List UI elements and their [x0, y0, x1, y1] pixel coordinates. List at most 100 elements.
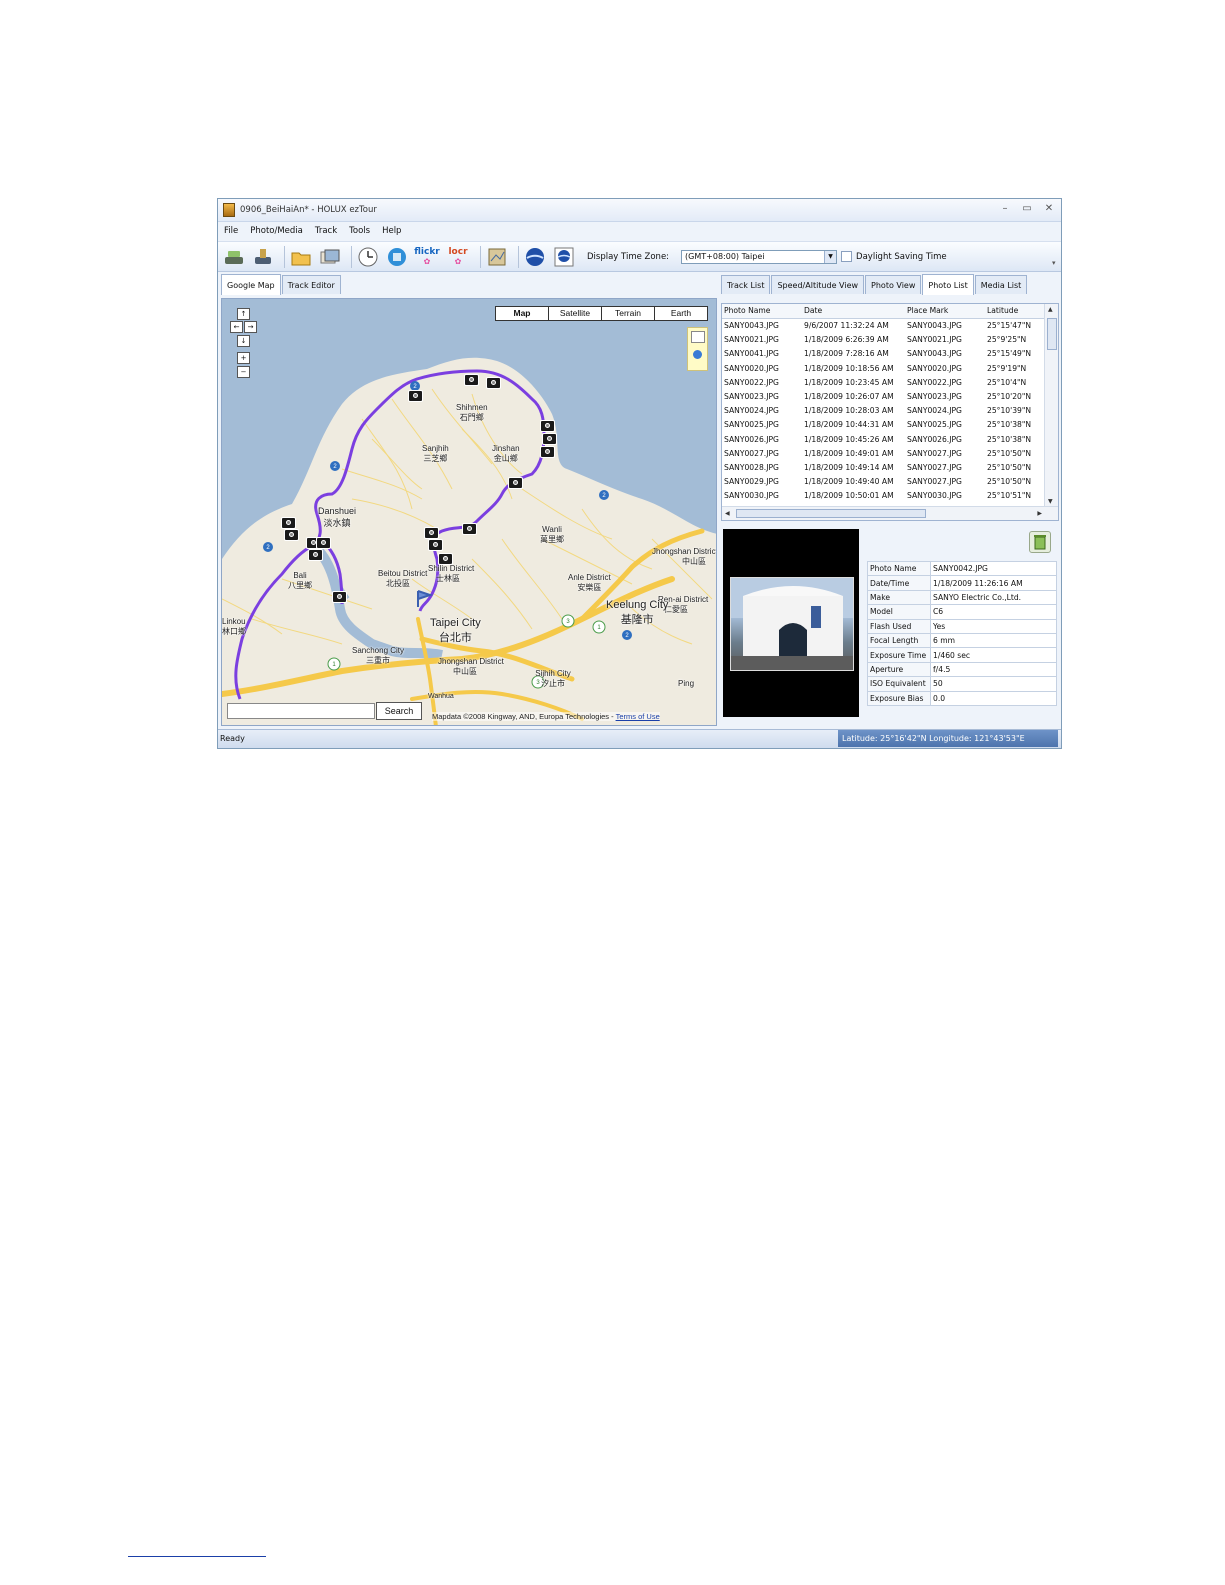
window-title: 0906_BeiHaiAn* - HOLUX ezTour — [240, 205, 377, 215]
info-key: Exposure Bias — [867, 690, 931, 706]
camera-marker-icon[interactable] — [281, 517, 296, 529]
tab-track-editor[interactable]: Track Editor — [281, 275, 341, 294]
zoom-out-button[interactable]: − — [237, 366, 250, 378]
chevron-down-icon[interactable]: ▼ — [824, 250, 837, 263]
camera-marker-icon[interactable] — [424, 527, 439, 539]
camera-marker-icon[interactable] — [462, 523, 477, 535]
table-row[interactable]: SANY0043.JPG 9/6/2007 11:32:24 AM SANY0043… — [722, 319, 1058, 333]
google-earth-kmz-icon[interactable] — [552, 245, 576, 269]
camera-marker-icon[interactable] — [464, 374, 479, 386]
scroll-up-icon[interactable]: ▲ — [1048, 306, 1053, 313]
gps-download-icon[interactable] — [222, 245, 246, 269]
menu-tools[interactable]: Tools — [349, 226, 370, 236]
column-header[interactable]: Place Mark — [905, 304, 985, 318]
tab-track-list[interactable]: Track List — [721, 275, 771, 294]
app-icon — [223, 203, 235, 217]
maximize-button[interactable]: ▭ — [1021, 203, 1033, 214]
place-label: Sanjhih 三芝鄉 — [422, 444, 449, 463]
clock-icon[interactable] — [356, 245, 380, 269]
camera-marker-icon[interactable] — [332, 591, 347, 603]
tab-google-map[interactable]: Google Map — [221, 274, 281, 295]
tab-speed-altitude[interactable]: Speed/Altitude View — [771, 275, 865, 294]
camera-marker-icon[interactable] — [540, 446, 555, 458]
recycle-bin-icon[interactable] — [1029, 531, 1051, 553]
map-search-input[interactable] — [227, 703, 375, 719]
column-header[interactable]: Photo Name — [722, 304, 802, 318]
camera-marker-icon[interactable] — [486, 377, 501, 389]
menu-track[interactable]: Track — [315, 226, 337, 236]
camera-marker-icon[interactable] — [316, 537, 331, 549]
close-button[interactable]: ✕ — [1043, 203, 1055, 214]
column-header[interactable]: Latitude — [985, 304, 1043, 318]
tab-photo-list[interactable]: Photo List — [922, 274, 974, 295]
tab-photo-view[interactable]: Photo View — [865, 275, 922, 294]
camera-marker-icon[interactable] — [540, 420, 555, 432]
camera-marker-icon[interactable] — [508, 477, 523, 489]
pin-icon[interactable] — [693, 350, 702, 359]
calendar-icon[interactable] — [691, 331, 705, 343]
globe-export-icon[interactable] — [385, 245, 409, 269]
map-export-icon[interactable] — [485, 245, 509, 269]
toolbar-overflow-icon[interactable]: ▾ — [1052, 259, 1058, 269]
table-row[interactable]: SANY0024.JPG 1/18/2009 10:28:03 AM SANY002… — [722, 404, 1058, 418]
place-label: Linkou 林口鄉 — [222, 617, 246, 636]
menu-photo-media[interactable]: Photo/Media — [250, 226, 303, 236]
scroll-thumb[interactable] — [736, 509, 926, 518]
pan-left-button[interactable]: ← — [230, 321, 243, 333]
map-type-satellite[interactable]: Satellite — [549, 307, 602, 320]
scroll-right-icon[interactable]: ▶ — [1037, 510, 1042, 517]
map-search-button[interactable]: Search — [376, 702, 422, 720]
table-row[interactable]: SANY0027.JPG 1/18/2009 10:49:01 AM SANY002… — [722, 447, 1058, 461]
camera-marker-icon[interactable] — [542, 433, 557, 445]
table-cell: 25°10'38"N — [987, 434, 1032, 444]
time-zone-select[interactable]: (GMT+08:00) Taipei ▼ — [681, 249, 838, 264]
pan-down-button[interactable]: ↓ — [237, 335, 250, 347]
table-row[interactable]: SANY0025.JPG 1/18/2009 10:44:31 AM SANY002… — [722, 418, 1058, 432]
open-folder-icon[interactable] — [289, 245, 313, 269]
table-row[interactable]: SANY0028.JPG 1/18/2009 10:49:14 AM SANY002… — [722, 461, 1058, 475]
flickr-icon[interactable]: flickr ✿ — [414, 245, 440, 269]
table-row[interactable]: SANY0020.JPG 1/18/2009 10:18:56 AM SANY002… — [722, 362, 1058, 376]
table-row[interactable]: SANY0029.JPG 1/18/2009 10:49:40 AM SANY002… — [722, 475, 1058, 489]
map-type-earth[interactable]: Earth — [655, 307, 707, 320]
camera-marker-icon[interactable] — [428, 539, 443, 551]
table-row[interactable]: SANY0021.JPG 1/18/2009 6:26:39 AM SANY0021… — [722, 333, 1058, 347]
table-row[interactable]: SANY0041.JPG 1/18/2009 7:28:16 AM SANY0043… — [722, 347, 1058, 361]
zoom-in-button[interactable]: + — [237, 352, 250, 364]
table-row[interactable]: SANY0030.JPG 1/18/2009 10:50:01 AM SANY003… — [722, 489, 1058, 503]
map-type-map[interactable]: Map — [496, 307, 549, 320]
title-bar: 0906_BeiHaiAn* - HOLUX ezTour – ▭ ✕ — [218, 199, 1061, 222]
info-value: SANYO Electric Co.,Ltd. — [930, 589, 1057, 606]
info-key: Flash Used — [867, 618, 931, 634]
camera-marker-icon[interactable] — [408, 390, 423, 402]
gps-device-icon[interactable] — [251, 245, 275, 269]
minimize-button[interactable]: – — [999, 203, 1011, 214]
table-row[interactable]: SANY0023.JPG 1/18/2009 10:26:07 AM SANY002… — [722, 390, 1058, 404]
tab-media-list[interactable]: Media List — [974, 275, 1028, 294]
photo-thumbnail[interactable] — [730, 577, 854, 671]
scroll-down-icon[interactable]: ▼ — [1048, 498, 1053, 505]
locr-icon[interactable]: locr ✿ — [445, 245, 471, 269]
terms-of-use-link[interactable]: Terms of Use — [616, 712, 660, 721]
table-cell: 25°15'47"N — [987, 321, 1032, 330]
info-row: Exposure Time 1/460 sec — [867, 647, 1057, 663]
column-header[interactable]: Date — [802, 304, 905, 318]
scroll-thumb[interactable] — [1047, 318, 1057, 350]
dst-checkbox[interactable] — [841, 251, 853, 262]
menu-help[interactable]: Help — [382, 226, 401, 236]
google-map[interactable]: 222231132 Map Satellite Terrain Earth ↑ … — [221, 298, 717, 726]
camera-marker-icon[interactable] — [284, 529, 299, 541]
horizontal-scrollbar[interactable]: ◀ ▶ — [722, 506, 1058, 520]
map-type-terrain[interactable]: Terrain — [602, 307, 655, 320]
table-row[interactable]: SANY0022.JPG 1/18/2009 10:23:45 AM SANY002… — [722, 376, 1058, 390]
info-row: Make SANYO Electric Co.,Ltd. — [867, 589, 1057, 606]
menu-file[interactable]: File — [224, 226, 238, 236]
photos-icon[interactable] — [318, 245, 342, 269]
camera-marker-icon[interactable] — [308, 549, 323, 561]
table-row[interactable]: SANY0026.JPG 1/18/2009 10:45:26 AM SANY002… — [722, 433, 1058, 447]
scroll-left-icon[interactable]: ◀ — [725, 510, 730, 517]
vertical-scrollbar[interactable]: ▲ ▼ — [1044, 304, 1058, 507]
pan-right-button[interactable]: → — [244, 321, 257, 333]
google-earth-icon[interactable] — [523, 245, 547, 269]
pan-up-button[interactable]: ↑ — [237, 308, 250, 320]
